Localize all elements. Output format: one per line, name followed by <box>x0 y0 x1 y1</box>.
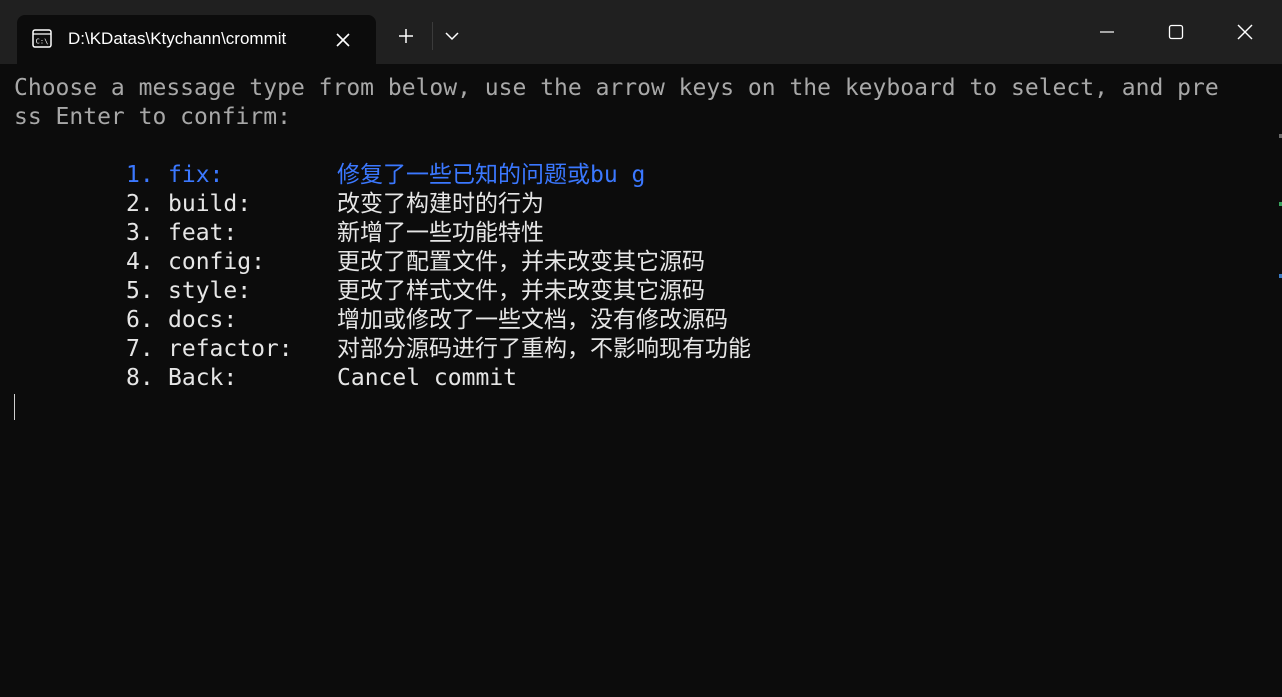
option-type: style: <box>168 278 252 304</box>
close-icon <box>1237 24 1253 40</box>
title-bar: C:\ D:\KDatas\Ktychann\crommit <box>0 0 1282 64</box>
menu-option-style[interactable]: 5. style: 更改了样式文件，并未改变其它源码 <box>126 277 886 306</box>
option-type: config: <box>168 249 265 275</box>
tab-title: D:\KDatas\Ktychann\crommit <box>68 29 287 48</box>
tab-close-icon[interactable] <box>329 26 357 54</box>
svg-text:C:\: C:\ <box>36 38 49 46</box>
text-cursor <box>14 394 15 420</box>
maximize-icon <box>1168 24 1184 40</box>
option-number: 5. <box>126 278 154 304</box>
option-number: 7. <box>126 336 154 362</box>
option-number: 1. <box>126 162 154 188</box>
option-number: 3. <box>126 220 154 246</box>
option-type: feat: <box>168 220 238 246</box>
menu-option-fix[interactable]: 1. fix: 修复了一些已知的问题或bu g <box>126 161 886 190</box>
option-number: 2. <box>126 191 154 217</box>
menu-option-refactor[interactable]: 7. refactor: 对部分源码进行了重构，不影响现有功能 <box>126 335 886 364</box>
option-description: 修复了一些已知的问题或bu g <box>337 162 646 188</box>
maximize-button[interactable] <box>1141 0 1211 64</box>
option-description: 对部分源码进行了重构，不影响现有功能 <box>337 336 751 362</box>
minimize-icon <box>1100 31 1114 33</box>
menu-option-docs[interactable]: 6. docs: 增加或修改了一些文档，没有修改源码 <box>126 306 886 335</box>
option-type: docs: <box>168 307 238 333</box>
new-tab-button[interactable] <box>388 20 424 52</box>
option-type: refactor: <box>168 336 293 362</box>
option-description: 更改了配置文件，并未改变其它源码 <box>337 249 705 275</box>
option-type: Back: <box>168 365 238 391</box>
terminal-window: C:\ D:\KDatas\Ktychann\crommit Choose a … <box>0 0 1282 697</box>
option-description: Cancel commit <box>337 365 518 391</box>
option-description: 更改了样式文件，并未改变其它源码 <box>337 278 705 304</box>
plus-icon <box>399 29 413 43</box>
terminal-output[interactable]: Choose a message type from below, use th… <box>0 64 1282 697</box>
option-description: 改变了构建时的行为 <box>337 191 544 217</box>
option-description: 新增了一些功能特性 <box>337 220 544 246</box>
prompt-text-line-2: ss Enter to confirm: <box>14 104 291 130</box>
option-description: 增加或修改了一些文档，没有修改源码 <box>337 307 728 333</box>
option-number: 8. <box>126 365 154 391</box>
chevron-down-icon <box>445 32 459 41</box>
option-number: 4. <box>126 249 154 275</box>
option-type: build: <box>168 191 252 217</box>
tab-active[interactable]: C:\ D:\KDatas\Ktychann\crommit <box>17 15 376 64</box>
menu-option-feat[interactable]: 3. feat: 新增了一些功能特性 <box>126 219 886 248</box>
minimize-button[interactable] <box>1072 0 1142 64</box>
prompt-text-line-1: Choose a message type from below, use th… <box>14 75 1219 101</box>
option-number: 6. <box>126 307 154 333</box>
terminal-icon: C:\ <box>32 29 52 48</box>
tab-dropdown-button[interactable] <box>437 20 467 52</box>
menu-option-config[interactable]: 4. config: 更改了配置文件，并未改变其它源码 <box>126 248 886 277</box>
menu-option-back[interactable]: 8. Back: Cancel commit <box>126 364 886 393</box>
tab-separator <box>432 22 433 50</box>
option-type: fix: <box>168 162 224 188</box>
close-window-button[interactable] <box>1210 0 1280 64</box>
menu-option-build[interactable]: 2. build: 改变了构建时的行为 <box>126 190 886 219</box>
